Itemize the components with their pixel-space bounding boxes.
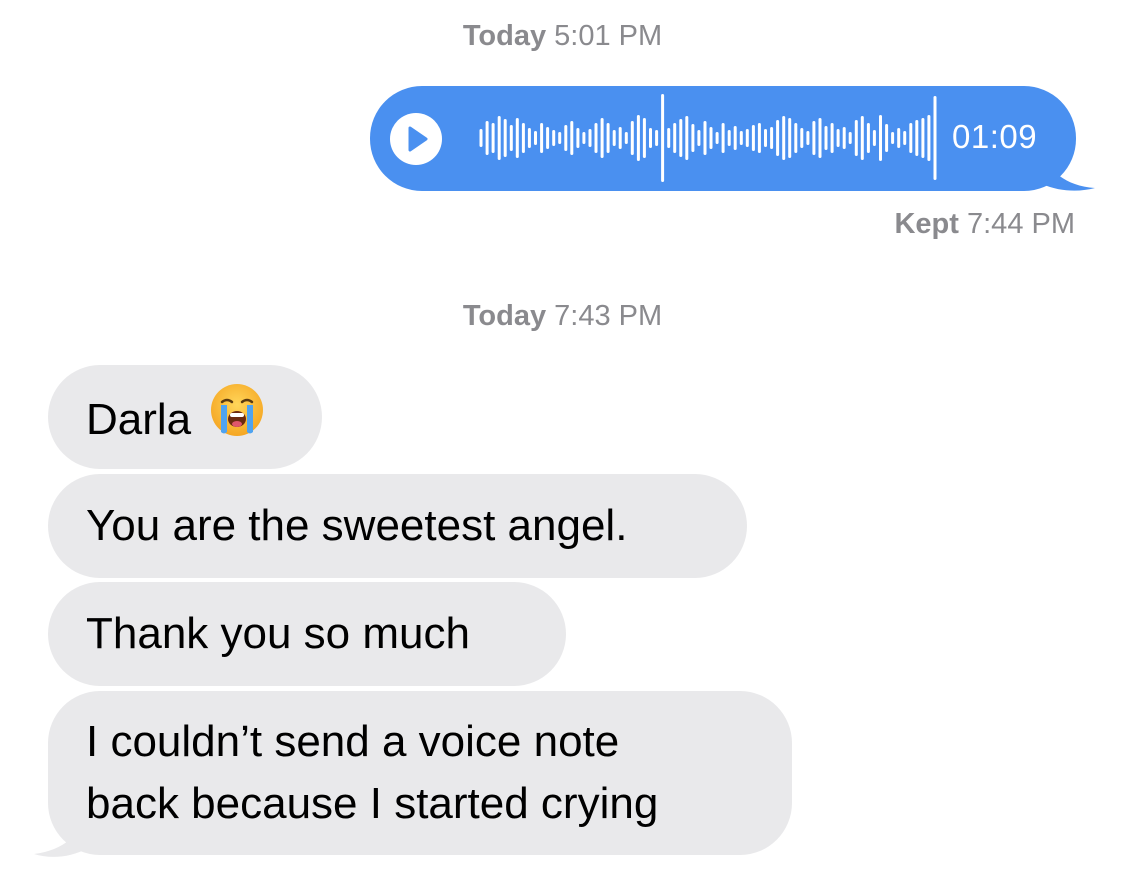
waveform-bar [612, 130, 616, 146]
waveform-bar [691, 124, 695, 152]
waveform-bar [552, 130, 556, 146]
message-text: Darla [86, 395, 192, 445]
voice-duration: 01:09 [952, 118, 1038, 155]
kept-label: Kept [894, 208, 959, 240]
waveform-bar [842, 127, 846, 149]
waveform-bar [770, 127, 774, 149]
waveform-bar [649, 128, 652, 148]
waveform-bar [860, 116, 864, 160]
message-text: Thank you so much [86, 609, 470, 658]
delivery-status: Kept 7:44 PM [894, 208, 1075, 241]
waveform-bar [854, 120, 858, 156]
waveform-bar [727, 130, 731, 146]
timestamp-day: Today [462, 300, 547, 332]
waveform-bar [515, 118, 519, 158]
waveform-bar [624, 132, 628, 144]
waveform-bar [521, 123, 525, 153]
waveform-bar [836, 129, 840, 147]
waveform-bar [661, 94, 665, 182]
waveform-bar [897, 128, 901, 148]
loudly-crying-face-icon [209, 382, 265, 455]
waveform-bar [679, 119, 683, 157]
play-button[interactable] [390, 113, 442, 165]
waveform-bar [709, 127, 713, 149]
waveform-bar [642, 118, 646, 158]
waveform-bar [764, 129, 767, 147]
timestamp-header: Today 5:01 PM [0, 20, 1125, 53]
waveform-bar [830, 123, 834, 153]
waveform-bar [921, 118, 925, 158]
waveform-bar [570, 121, 574, 155]
waveform-bar [715, 132, 719, 144]
waveform-bar [794, 123, 798, 153]
waveform-bar [818, 118, 822, 158]
audio-waveform[interactable] [478, 92, 938, 184]
waveform-bar [733, 126, 737, 150]
timestamp-day: Today [462, 20, 547, 52]
play-icon [408, 126, 428, 152]
message-text-line: back because I started crying [86, 779, 659, 828]
waveform-bar [788, 118, 792, 158]
waveform-bar [503, 119, 507, 157]
waveform-bar [776, 120, 780, 156]
waveform-bar [558, 132, 562, 144]
incoming-message-bubble[interactable]: I couldn’t send a voice note back becaus… [48, 691, 792, 855]
waveform-bar [782, 116, 786, 160]
waveform-bar [509, 125, 513, 151]
waveform-bar [618, 127, 622, 149]
waveform-bar [479, 129, 483, 147]
waveform-bar [739, 131, 743, 145]
message-text-line: I couldn’t send a voice note [86, 717, 620, 766]
waveform-bar [655, 130, 659, 146]
waveform-bar [497, 116, 501, 160]
waveform-bar [879, 115, 882, 161]
waveform-bar [606, 123, 610, 153]
waveform-bar [685, 116, 689, 160]
waveform-bar [576, 128, 580, 148]
waveform-bar [885, 124, 889, 152]
timestamp-header: Today 7:43 PM [0, 300, 1125, 333]
waveform-bar [703, 121, 707, 155]
waveform-bar [866, 123, 870, 153]
waveform-bar [891, 132, 895, 144]
waveform-bar [915, 120, 919, 156]
waveform-bar [872, 130, 876, 146]
waveform-bar [594, 123, 598, 153]
waveform-bar [800, 128, 804, 148]
waveform-bar [903, 131, 907, 145]
waveform-bar [564, 125, 568, 151]
delivery-time: 7:44 PM [967, 208, 1075, 240]
waveform-bar [927, 115, 931, 161]
waveform-bar [697, 130, 701, 146]
waveform-bar [745, 129, 749, 147]
waveform-bar [824, 126, 828, 150]
waveform-bar [848, 132, 852, 144]
waveform-bar [527, 128, 531, 148]
message-text: You are the sweetest angel. [86, 501, 628, 550]
incoming-message-bubble[interactable]: You are the sweetest angel. [48, 474, 747, 578]
waveform-bar [909, 123, 913, 153]
timestamp-time: 5:01 PM [554, 20, 663, 52]
waveform-bar [630, 121, 634, 155]
waveform-bar [673, 123, 677, 153]
waveform-bar [546, 127, 550, 149]
waveform-bar [751, 125, 755, 151]
waveform-bar [588, 129, 592, 147]
incoming-message-bubble[interactable]: Darla [48, 365, 322, 469]
waveform-bar [534, 131, 537, 145]
waveform-bar [491, 123, 495, 153]
timestamp-time: 7:43 PM [554, 300, 663, 332]
waveform-bar [636, 115, 640, 161]
waveform-bar [600, 118, 604, 158]
waveform-bar [933, 96, 937, 180]
waveform-bar [540, 123, 544, 153]
waveform-bar [721, 123, 725, 153]
waveform-bar [806, 131, 810, 145]
waveform-bar [485, 121, 489, 155]
waveform-bar [757, 123, 761, 153]
waveform-bar [582, 132, 586, 144]
waveform-bar [812, 121, 816, 155]
incoming-message-bubble[interactable]: Thank you so much [48, 582, 566, 686]
waveform-bar [667, 128, 671, 148]
